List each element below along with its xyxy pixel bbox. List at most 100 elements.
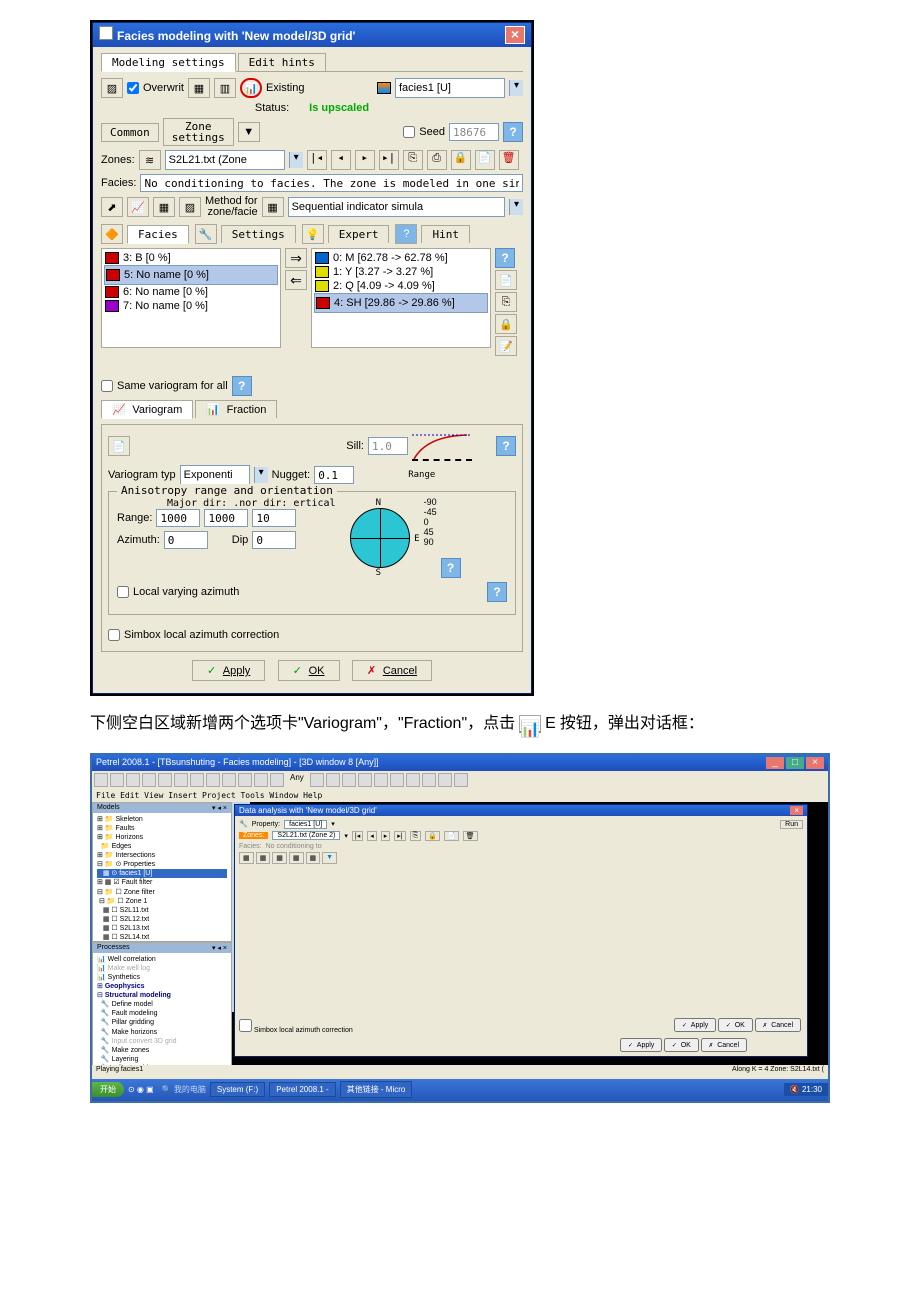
- nav-first[interactable]: |◂: [352, 831, 363, 841]
- close-button[interactable]: ×: [790, 806, 803, 815]
- range-vertical-input[interactable]: [252, 509, 296, 527]
- menu-bar[interactable]: File Edit View Insert Project Tools Wind…: [92, 789, 828, 802]
- range-minor-input[interactable]: [204, 509, 248, 527]
- taskbar-item[interactable]: Petrel 2008.1 -: [269, 1082, 335, 1097]
- method-icon-2[interactable]: 📈: [127, 197, 149, 217]
- page-icon[interactable]: 📄: [108, 436, 130, 456]
- apply-button[interactable]: ✓ Apply: [620, 1038, 662, 1052]
- tab-icon[interactable]: ▦: [272, 852, 287, 864]
- models-tree[interactable]: ⊞ 📁 Skeleton ⊞ 📁 Faults ⊞ 📁 Horizons 📁 E…: [93, 813, 231, 942]
- simbox-checkbox[interactable]: [239, 1019, 252, 1032]
- seed-checkbox[interactable]: [403, 126, 415, 138]
- simbox-checkbox[interactable]: [108, 629, 120, 641]
- toolbar-icon[interactable]: [406, 773, 420, 787]
- min-button[interactable]: _: [766, 757, 784, 769]
- list-item[interactable]: 5: No name [0 %]: [124, 269, 209, 281]
- common-button[interactable]: Common: [101, 123, 159, 142]
- apply-button[interactable]: ✓ Apply: [674, 1018, 716, 1032]
- toolbar-icon[interactable]: [174, 773, 188, 787]
- toolbar-icon[interactable]: [254, 773, 268, 787]
- right-facies-list[interactable]: 0: M [62.78 -> 62.78 %] 1: Y [3.27 -> 3.…: [311, 248, 491, 348]
- nugget-input[interactable]: [314, 466, 354, 484]
- ok-button[interactable]: ✓ OK: [718, 1018, 753, 1032]
- zone-select[interactable]: S2L21.txt (Zone 2): [272, 831, 340, 840]
- filter-icon[interactable]: ▼: [238, 122, 260, 142]
- cancel-button[interactable]: ✗ Cancel: [755, 1018, 801, 1032]
- tab-edit-hints[interactable]: Edit hints: [238, 53, 326, 71]
- tab-settings[interactable]: Settings: [221, 225, 296, 243]
- taskbar-item[interactable]: 其他链接 - Micro: [340, 1081, 413, 1098]
- close-button[interactable]: ×: [806, 757, 824, 769]
- tab-fraction[interactable]: 📊 Fraction: [195, 400, 277, 418]
- nav-last[interactable]: ▸|: [394, 831, 405, 841]
- help-icon[interactable]: ?: [232, 376, 252, 396]
- help-icon[interactable]: ?: [441, 558, 461, 578]
- nav-next[interactable]: ▸: [381, 831, 391, 841]
- compass-widget[interactable]: N E S: [340, 498, 420, 578]
- toolbar-icon[interactable]: [238, 773, 252, 787]
- list-item[interactable]: 0: M [62.78 -> 62.78 %]: [333, 252, 448, 264]
- settings-icon[interactable]: ▦: [188, 78, 210, 98]
- run-button[interactable]: Run: [780, 820, 803, 829]
- close-button[interactable]: ×: [505, 26, 525, 44]
- max-button[interactable]: □: [786, 757, 804, 769]
- toolbar-icon[interactable]: [422, 773, 436, 787]
- property-select[interactable]: facies1 [U]: [399, 82, 451, 94]
- method-icon-3[interactable]: ▦: [153, 197, 175, 217]
- toolbar-icon[interactable]: [358, 773, 372, 787]
- tab-icon[interactable]: ▦: [239, 852, 254, 864]
- method-icon-1[interactable]: ⬈: [101, 197, 123, 217]
- zone-settings-button[interactable]: Zone settings: [163, 118, 234, 146]
- azimuth-input[interactable]: [164, 531, 208, 549]
- tab-modeling-settings[interactable]: Modeling settings: [101, 53, 236, 72]
- ok-button[interactable]: ✓ OK: [278, 660, 340, 681]
- leave-icon[interactable]: ▨: [101, 78, 123, 98]
- toolbar-icon[interactable]: [390, 773, 404, 787]
- tab-hint[interactable]: Hint: [421, 225, 470, 243]
- lock-icon[interactable]: 🔒: [451, 150, 471, 170]
- delete-icon[interactable]: 🗑: [463, 831, 478, 841]
- toolbar-icon[interactable]: [110, 773, 124, 787]
- range-major-input[interactable]: [156, 509, 200, 527]
- vtype-dropdown[interactable]: ▾: [254, 467, 268, 483]
- ok-button[interactable]: ✓ OK: [664, 1038, 699, 1052]
- paste-icon[interactable]: ⎙: [427, 150, 447, 170]
- method-select[interactable]: Sequential indicator simula: [292, 201, 423, 213]
- method-icon-4[interactable]: ▨: [179, 197, 201, 217]
- copy-page-icon[interactable]: ⎘: [495, 292, 517, 312]
- first-button[interactable]: |◂: [307, 150, 327, 170]
- list-item[interactable]: 1: Y [3.27 -> 3.27 %]: [333, 266, 433, 278]
- list-item[interactable]: 7: No name [0 %]: [123, 300, 208, 312]
- toolbar-icon[interactable]: [206, 773, 220, 787]
- histogram-icon[interactable]: 📊: [240, 78, 262, 98]
- zones-icon[interactable]: ≋: [139, 150, 161, 170]
- zone-select[interactable]: S2L21.txt (Zone: [169, 154, 247, 166]
- list-item[interactable]: 6: No name [0 %]: [123, 286, 208, 298]
- toolbar-icon[interactable]: [270, 773, 284, 787]
- overwrite-checkbox[interactable]: [127, 82, 139, 94]
- help-icon[interactable]: ?: [503, 122, 523, 142]
- dip-input[interactable]: [252, 531, 296, 549]
- property-select[interactable]: facies1 [U]: [284, 820, 327, 829]
- help-icon[interactable]: ?: [487, 582, 507, 602]
- property-dropdown[interactable]: ▾: [509, 80, 523, 96]
- tab-icon[interactable]: ▦: [289, 852, 304, 864]
- list-item[interactable]: 4: SH [29.86 -> 29.86 %]: [334, 297, 455, 309]
- toolbar-icon[interactable]: [222, 773, 236, 787]
- move-right-button[interactable]: ⇒: [285, 248, 307, 268]
- move-left-button[interactable]: ⇐: [285, 270, 307, 290]
- processes-tree[interactable]: 📊 Well correlation 📊 Make well log 📊 Syn…: [93, 953, 231, 1082]
- lock-page-icon[interactable]: 🔒: [495, 314, 517, 334]
- tab-expert[interactable]: Expert: [328, 225, 390, 243]
- help-icon[interactable]: ?: [495, 248, 515, 268]
- new-icon[interactable]: 📄: [444, 831, 459, 841]
- delete-icon[interactable]: 🗑: [499, 150, 519, 170]
- tab-facies[interactable]: Facies: [127, 225, 189, 244]
- new-page-icon[interactable]: 📄: [495, 270, 517, 290]
- start-button[interactable]: 开始: [92, 1082, 124, 1097]
- toolbar-icon[interactable]: [342, 773, 356, 787]
- list-item[interactable]: 3: B [0 %]: [123, 252, 171, 264]
- taskbar-item[interactable]: System (F:): [210, 1082, 265, 1097]
- bar-chart-icon[interactable]: ▥: [214, 78, 236, 98]
- next-button[interactable]: ▸: [355, 150, 375, 170]
